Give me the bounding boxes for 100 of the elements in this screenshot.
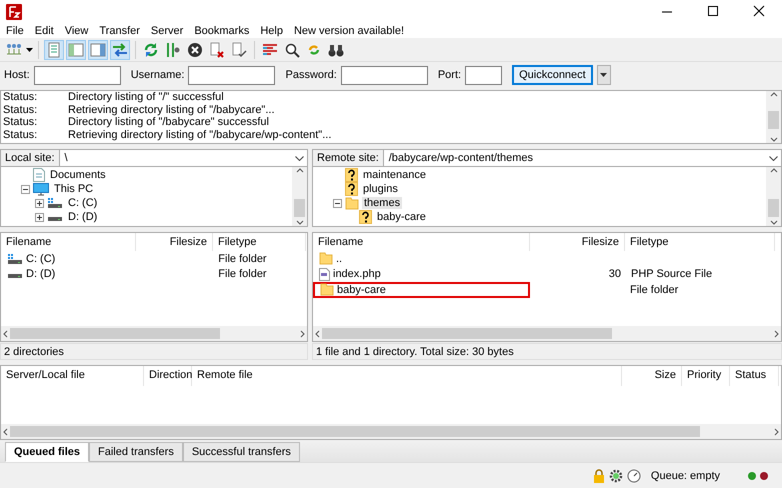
chevron-right-icon[interactable] <box>300 330 305 338</box>
input-field[interactable] <box>465 66 502 84</box>
tree-item[interactable]: baby-care <box>375 211 428 223</box>
chevron-down-icon[interactable] <box>770 137 778 142</box>
file-name[interactable]: index.php <box>333 268 381 280</box>
column-header[interactable]: Priority <box>682 366 730 386</box>
tab[interactable]: Queued files <box>5 442 90 462</box>
queue-status: Queue: empty <box>650 470 720 482</box>
log-label: Status: <box>3 128 38 141</box>
menu-item[interactable]: Transfer <box>99 24 140 36</box>
file-name[interactable]: C: (C) <box>26 252 56 265</box>
menu-item[interactable]: Bookmarks <box>194 24 250 36</box>
monitor-icon <box>33 182 49 196</box>
transfer-arrows-icon[interactable] <box>112 42 128 58</box>
quickconnect-button[interactable]: Quickconnect <box>512 65 593 85</box>
menu-item[interactable]: File <box>6 24 24 36</box>
log-panel-icon[interactable] <box>46 42 62 58</box>
column-header[interactable]: Remote file <box>192 366 622 386</box>
dropdown-button[interactable] <box>596 65 611 85</box>
chevron-up-icon[interactable] <box>770 168 778 173</box>
table-cell: File folder <box>218 252 267 265</box>
log-message: Retrieving directory listing of "/babycare/wp-content"... <box>68 128 332 141</box>
chevron-right-icon[interactable] <box>774 428 779 436</box>
tree-item[interactable]: This PC <box>52 183 96 195</box>
chevron-right-icon[interactable] <box>774 330 779 338</box>
tree-item[interactable]: Documents <box>48 169 108 181</box>
question-folder-icon <box>345 182 358 196</box>
tree-item[interactable]: plugins <box>361 183 400 195</box>
chevron-down-icon[interactable] <box>770 220 778 225</box>
tab[interactable]: Failed transfers <box>89 442 183 462</box>
field-label: Host: <box>4 69 30 81</box>
scrollbar[interactable] <box>292 167 307 226</box>
log-message: Directory listing of "/" successful <box>68 91 224 104</box>
scrollbar[interactable] <box>1 326 307 341</box>
field-label: Password: <box>285 69 337 81</box>
menu-item[interactable]: Help <box>260 24 283 36</box>
cancel-icon[interactable] <box>187 42 203 58</box>
log-message: Retrieving directory listing of "/babycare"... <box>68 104 275 116</box>
scrollbar[interactable] <box>1 424 781 439</box>
input-field[interactable] <box>34 66 121 84</box>
tree-item[interactable]: themes <box>362 197 402 209</box>
expand-icon[interactable] <box>35 212 44 222</box>
menu-item[interactable]: New version available! <box>294 24 404 36</box>
table-cell: 30 <box>608 268 621 280</box>
column-header[interactable]: Filesize <box>136 233 213 251</box>
tree-item[interactable]: maintenance <box>361 169 428 181</box>
chevron-up-icon[interactable] <box>296 168 304 173</box>
lock-icon <box>592 468 605 482</box>
scrollbar[interactable] <box>766 91 781 143</box>
php-file-icon <box>319 268 330 281</box>
file-name[interactable]: baby-care <box>337 284 386 296</box>
input-field[interactable] <box>340 66 428 84</box>
status-light-icon <box>748 472 756 480</box>
refresh-icon[interactable] <box>143 42 159 58</box>
chevron-up-icon[interactable] <box>770 92 778 97</box>
chevron-left-icon[interactable] <box>3 330 8 338</box>
menu-item[interactable]: View <box>64 24 88 36</box>
right-panel-icon[interactable] <box>90 42 106 58</box>
caret-icon[interactable] <box>600 73 608 77</box>
left-panel-icon[interactable] <box>68 42 84 58</box>
column-header[interactable]: Filetype <box>625 233 775 251</box>
collapse-icon[interactable] <box>21 184 30 194</box>
log-label: Status: <box>3 91 38 104</box>
scrollbar[interactable] <box>313 326 781 341</box>
scrollbar[interactable] <box>766 167 781 226</box>
chevron-left-icon[interactable] <box>315 330 320 338</box>
column-header[interactable]: Direction <box>144 366 192 386</box>
collapse-icon[interactable] <box>333 198 342 208</box>
question-folder-icon <box>359 210 372 224</box>
disconnect-icon[interactable] <box>209 42 225 58</box>
reconnect-icon[interactable] <box>231 42 247 58</box>
menu-item[interactable]: Server <box>150 24 184 36</box>
search-icon[interactable] <box>284 42 300 58</box>
field-label: Username: <box>130 69 184 81</box>
chevron-down-icon[interactable] <box>296 220 304 225</box>
expand-icon[interactable] <box>35 198 44 208</box>
drive-icon <box>47 197 63 209</box>
caret-icon[interactable] <box>26 48 33 52</box>
column-header[interactable]: Server/Local file <box>1 366 144 386</box>
log-label: Status: <box>3 104 38 116</box>
column-header[interactable]: Filename <box>313 233 530 251</box>
tree-item[interactable]: C: (C) <box>66 197 100 209</box>
column-header[interactable]: Size <box>622 366 682 386</box>
app-logo-icon <box>6 4 22 20</box>
status-text: 1 file and 1 directory. Total size: 30 bytes <box>312 343 782 360</box>
folder-icon <box>345 196 359 210</box>
file-name[interactable]: D: (D) <box>26 268 56 280</box>
tree-item[interactable]: D: (D) <box>66 211 100 223</box>
gear-icon <box>608 468 623 482</box>
menu-item[interactable]: Edit <box>34 24 54 36</box>
input-field[interactable] <box>188 66 276 84</box>
column-header[interactable]: Filetype <box>213 233 306 251</box>
chevron-left-icon[interactable] <box>3 428 8 436</box>
column-header[interactable]: Status <box>730 366 779 386</box>
column-header[interactable]: Filename <box>1 233 136 251</box>
list-icon[interactable] <box>262 42 278 58</box>
column-header[interactable]: Filesize <box>530 233 625 251</box>
tab[interactable]: Successful transfers <box>182 442 300 462</box>
file-name[interactable]: .. <box>336 252 342 265</box>
field-label: Port: <box>438 69 462 81</box>
